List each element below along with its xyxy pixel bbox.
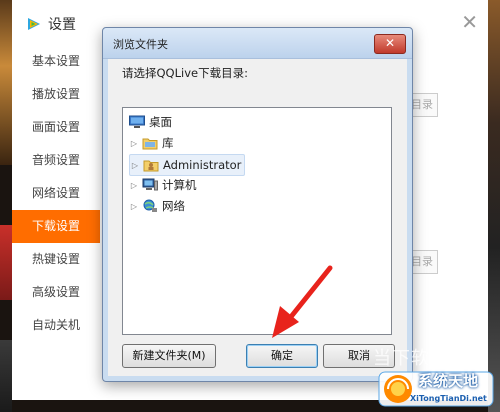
- expand-arrow-icon[interactable]: ▷: [129, 202, 139, 211]
- expand-arrow-icon[interactable]: ▷: [130, 161, 140, 170]
- tree-item-network[interactable]: ▷ 网络: [129, 196, 185, 216]
- expand-arrow-icon[interactable]: ▷: [129, 139, 139, 148]
- tencent-video-logo-icon: [28, 18, 40, 30]
- settings-sidebar: 基本设置 播放设置 画面设置 音频设置 网络设置 下载设置 热键设置 高级设置 …: [12, 45, 100, 342]
- ok-button[interactable]: 确定: [246, 344, 318, 368]
- dialog-titlebar: 浏览文件夹 ✕: [103, 28, 412, 59]
- tree-item-desktop[interactable]: 桌面: [129, 112, 172, 132]
- background-thumbnail: [488, 0, 500, 412]
- dialog-prompt: 请选择QQLive下载目录:: [122, 66, 248, 80]
- sidebar-item-hotkeys[interactable]: 热键设置: [12, 243, 100, 276]
- sidebar-item-playback[interactable]: 播放设置: [12, 78, 100, 111]
- watermark-url: XiTongTianDi.net: [410, 394, 487, 403]
- background-thumbnail: [0, 340, 12, 412]
- sidebar-item-picture[interactable]: 画面设置: [12, 111, 100, 144]
- user-folder-icon: [143, 160, 159, 172]
- sidebar-item-network[interactable]: 网络设置: [12, 177, 100, 210]
- tree-item-label: 库: [162, 136, 174, 150]
- background-thumbnail: [0, 225, 12, 300]
- settings-title: 设置: [48, 17, 76, 33]
- network-icon: [143, 199, 157, 212]
- tree-item-label: 网络: [162, 199, 185, 213]
- computer-icon: [142, 178, 158, 191]
- tree-item-label: 计算机: [162, 178, 197, 192]
- tree-item-computer[interactable]: ▷ 计算机: [129, 175, 197, 195]
- sidebar-item-download[interactable]: 下载设置: [12, 210, 100, 243]
- sidebar-item-basic[interactable]: 基本设置: [12, 45, 100, 78]
- expand-arrow-icon[interactable]: ▷: [129, 181, 139, 190]
- tree-item-label: 桌面: [149, 115, 172, 129]
- tree-item-administrator[interactable]: ▷ Administrator: [129, 154, 246, 176]
- browse-folder-dialog: 浏览文件夹 ✕ 请选择QQLive下载目录: 桌面 ▷ 库 ▷ Administ…: [102, 27, 413, 382]
- watermark-brand: 系统天地: [418, 372, 479, 390]
- new-folder-button[interactable]: 新建文件夹(M): [122, 344, 216, 368]
- tree-item-libraries[interactable]: ▷ 库: [129, 133, 174, 153]
- library-folder-icon: [142, 138, 158, 150]
- folder-tree[interactable]: 桌面 ▷ 库 ▷ Administrator ▷ 计算机 ▷ 网络: [122, 107, 392, 335]
- dialog-body: 请选择QQLive下载目录: 桌面 ▷ 库 ▷ Administrator ▷ …: [108, 59, 407, 376]
- sidebar-item-advanced[interactable]: 高级设置: [12, 276, 100, 309]
- background-thumbnail: [0, 0, 12, 165]
- settings-close-icon[interactable]: ✕: [461, 12, 478, 32]
- sidebar-item-audio[interactable]: 音频设置: [12, 144, 100, 177]
- watermark-text: 当下软件园: [373, 348, 468, 369]
- settings-header: 设置: [26, 14, 76, 34]
- dialog-close-button[interactable]: ✕: [374, 34, 406, 54]
- dialog-title: 浏览文件夹: [113, 38, 168, 51]
- desktop-icon: [129, 115, 145, 128]
- tree-item-label: Administrator: [163, 158, 242, 172]
- sidebar-item-auto-shutdown[interactable]: 自动关机: [12, 309, 100, 342]
